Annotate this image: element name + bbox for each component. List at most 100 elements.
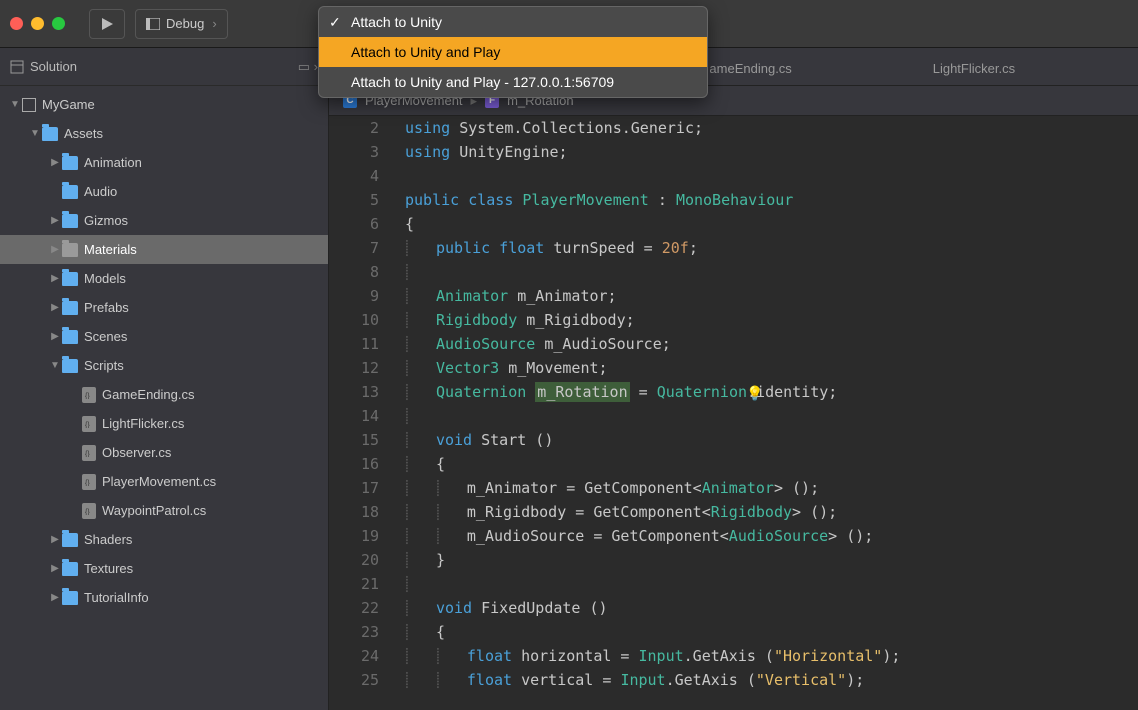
tree-folder[interactable]: ▶Scenes (0, 322, 328, 351)
line-number: 6 (329, 212, 379, 236)
code-line[interactable] (405, 164, 1138, 188)
tree-label: WaypointPatrol.cs (102, 503, 206, 518)
expand-arrow-icon[interactable]: ▶ (48, 534, 62, 545)
line-number: 8 (329, 260, 379, 284)
tree-folder[interactable]: ▶TutorialInfo (0, 583, 328, 612)
csharp-file-icon: {} (82, 416, 96, 432)
folder-icon (62, 359, 78, 373)
tree-label: Assets (64, 126, 103, 141)
folder-icon (62, 185, 78, 199)
check-icon: ✓ (329, 14, 341, 31)
run-target-option[interactable]: Attach to Unity and Play (319, 37, 707, 67)
sidebar-options-icon[interactable]: ▭ › (298, 59, 318, 75)
code-line[interactable]: ⸽ (405, 260, 1138, 284)
code-editor[interactable]: 2345678910111213141516171819202122232425… (329, 116, 1138, 710)
tree-file[interactable]: {}PlayerMovement.cs (0, 467, 328, 496)
minimize-button[interactable] (31, 17, 44, 30)
tab-label: LightFlicker.cs (933, 61, 1015, 76)
line-number: 21 (329, 572, 379, 596)
tree-folder[interactable]: ▶Materials (0, 235, 328, 264)
code-line[interactable]: ⸽ Rigidbody m_Rigidbody; (405, 308, 1138, 332)
line-number: 12 (329, 356, 379, 380)
line-number: 11 (329, 332, 379, 356)
tree-folder[interactable]: ▼Scripts (0, 351, 328, 380)
code-line[interactable]: ⸽ { (405, 452, 1138, 476)
folder-icon (42, 127, 58, 141)
tree-folder[interactable]: ▼MyGame (0, 90, 328, 119)
lightbulb-icon[interactable]: 💡 (746, 382, 763, 406)
code-line[interactable]: ⸽ void Start () (405, 428, 1138, 452)
code-line[interactable]: ⸽ } (405, 548, 1138, 572)
tree-file[interactable]: {}WaypointPatrol.cs (0, 496, 328, 525)
expand-arrow-icon[interactable]: ▶ (48, 244, 62, 255)
tree-label: Animation (84, 155, 142, 170)
tree-folder[interactable]: ▶ Animation (0, 148, 328, 177)
svg-text:{}: {} (85, 422, 90, 428)
line-number: 2 (329, 116, 379, 140)
expand-arrow-icon[interactable]: ▶ (48, 215, 62, 226)
tree-file[interactable]: {}LightFlicker.cs (0, 409, 328, 438)
code-line[interactable]: ⸽ ⸽ m_AudioSource = GetComponent<AudioSo… (405, 524, 1138, 548)
folder-icon (62, 591, 78, 605)
solution-tree: ▼MyGame▼Assets▶AnimationAudio▶Gizmos▶Mat… (0, 86, 328, 710)
editor-tab[interactable]: LightFlicker.cs (915, 51, 1033, 85)
code-line[interactable]: ⸽ AudioSource m_AudioSource; (405, 332, 1138, 356)
tree-folder[interactable]: ▶ Gizmos (0, 206, 328, 235)
code-line[interactable]: ⸽ (405, 572, 1138, 596)
expand-arrow-icon[interactable]: ▶ (48, 302, 62, 313)
close-button[interactable] (10, 17, 23, 30)
expand-arrow-icon[interactable]: ▶ (48, 273, 62, 284)
configuration-selector[interactable]: Debug › (135, 9, 228, 39)
code-line[interactable]: ⸽ ⸽ float horizontal = Input.GetAxis ("H… (405, 644, 1138, 668)
expand-arrow-icon[interactable]: ▶ (48, 157, 62, 168)
code-line[interactable]: ⸽ ⸽ float vertical = Input.GetAxis ("Ver… (405, 668, 1138, 692)
code-line[interactable]: ⸽ Animator m_Animator; (405, 284, 1138, 308)
line-number: 22 (329, 596, 379, 620)
code-line[interactable]: using UnityEngine; (405, 140, 1138, 164)
tree-folder[interactable]: ▶Models (0, 264, 328, 293)
code-line[interactable]: ⸽ ⸽ m_Animator = GetComponent<Animator> … (405, 476, 1138, 500)
editor-tab[interactable]: ameEnding.cs (691, 51, 809, 85)
tree-folder[interactable]: ▼ Assets (0, 119, 328, 148)
code-line[interactable]: ⸽ Vector3 m_Movement; (405, 356, 1138, 380)
tree-label: PlayerMovement.cs (102, 474, 216, 489)
expand-arrow-icon[interactable]: ▼ (8, 99, 22, 110)
line-number: 18 (329, 500, 379, 524)
tree-folder[interactable]: ▶Prefabs (0, 293, 328, 322)
zoom-button[interactable] (52, 17, 65, 30)
code-line[interactable]: ⸽ ⸽ m_Rigidbody = GetComponent<Rigidbody… (405, 500, 1138, 524)
line-number: 5 (329, 188, 379, 212)
code-line[interactable]: using System.Collections.Generic; (405, 116, 1138, 140)
code-line[interactable]: { (405, 212, 1138, 236)
code-line[interactable]: ⸽ public float turnSpeed = 20f; (405, 236, 1138, 260)
expand-arrow-icon[interactable]: ▶ (48, 563, 62, 574)
code-line[interactable]: ⸽ Quaternion m_Rotation = Quaternion.ide… (405, 380, 1138, 404)
run-target-option[interactable]: ✓Attach to Unity (319, 7, 707, 37)
code-line[interactable]: ⸽ (405, 404, 1138, 428)
code-content[interactable]: using System.Collections.Generic;using U… (393, 116, 1138, 710)
svg-text:{}: {} (85, 393, 90, 399)
tree-file[interactable]: {}GameEnding.cs (0, 380, 328, 409)
expand-arrow-icon[interactable]: ▼ (48, 360, 62, 371)
tree-folder[interactable]: Audio (0, 177, 328, 206)
gutter: 2345678910111213141516171819202122232425 (329, 116, 393, 710)
code-line[interactable]: ⸽ { (405, 620, 1138, 644)
tree-folder[interactable]: ▶Shaders (0, 525, 328, 554)
tree-file[interactable]: {}Observer.cs (0, 438, 328, 467)
option-label: Attach to Unity and Play (351, 44, 500, 60)
line-number: 24 (329, 644, 379, 668)
line-number: 25 (329, 668, 379, 692)
expand-arrow-icon[interactable]: ▶ (48, 331, 62, 342)
expand-arrow-icon[interactable]: ▶ (48, 592, 62, 603)
folder-icon (62, 562, 78, 576)
line-number: 20 (329, 548, 379, 572)
tree-folder[interactable]: ▶Textures (0, 554, 328, 583)
run-button[interactable] (89, 9, 125, 39)
line-number: 14 (329, 404, 379, 428)
expand-arrow-icon[interactable]: ▼ (28, 128, 42, 139)
tree-label: Gizmos (84, 213, 128, 228)
run-target-option[interactable]: Attach to Unity and Play - 127.0.0.1:567… (319, 67, 707, 97)
code-line[interactable]: ⸽ void FixedUpdate () (405, 596, 1138, 620)
line-number: 16 (329, 452, 379, 476)
code-line[interactable]: public class PlayerMovement : MonoBehavi… (405, 188, 1138, 212)
